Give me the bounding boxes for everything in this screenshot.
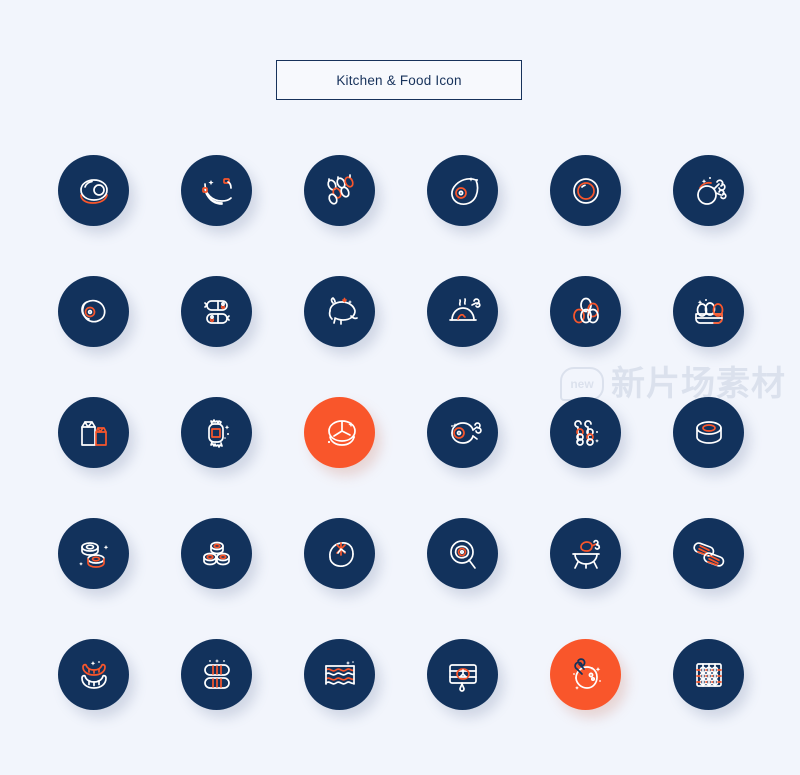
cutting-board-icon[interactable] [427, 639, 498, 710]
icon-cell [304, 639, 427, 760]
milk-cartons-icon[interactable] [58, 397, 129, 468]
icon-cell [550, 155, 673, 276]
icon-cell [427, 639, 550, 760]
sausage-buns-icon[interactable] [181, 639, 252, 710]
meat-rolls-icon[interactable] [58, 518, 129, 589]
sausage-links-icon[interactable] [550, 397, 621, 468]
icon-cell [427, 155, 550, 276]
icon-cell [58, 518, 181, 639]
chicken-drumstick-icon[interactable] [673, 155, 744, 226]
grill-grate-icon[interactable] [673, 639, 744, 710]
icon-cell [427, 518, 550, 639]
fried-egg-icon[interactable] [58, 276, 129, 347]
icon-cell [181, 155, 304, 276]
bacon-strips-icon[interactable] [304, 639, 375, 710]
egg-pile-icon[interactable] [550, 276, 621, 347]
wrapped-salami-icon[interactable] [181, 397, 252, 468]
icon-cell [550, 518, 673, 639]
icon-cell [673, 155, 796, 276]
icon-cell [58, 155, 181, 276]
hot-dog-sausages-icon[interactable] [58, 639, 129, 710]
ham-leg-icon[interactable] [427, 397, 498, 468]
candy-beans-icon[interactable] [304, 155, 375, 226]
sushi-stack-icon[interactable] [181, 518, 252, 589]
steak-cut-icon[interactable] [304, 397, 375, 468]
icon-cell [304, 155, 427, 276]
frying-pan-egg-icon[interactable] [427, 518, 498, 589]
bananas-icon[interactable] [181, 155, 252, 226]
icon-cell [58, 639, 181, 760]
icon-cell [550, 639, 673, 760]
icon-cell [304, 276, 427, 397]
icon-cell [427, 276, 550, 397]
icon-cell [181, 518, 304, 639]
grilled-sausages-icon[interactable] [673, 518, 744, 589]
icon-cell [181, 639, 304, 760]
icon-cell [673, 397, 796, 518]
icon-cell [427, 397, 550, 518]
egg-carton-icon[interactable] [673, 276, 744, 347]
icon-cell [58, 276, 181, 397]
canned-meat-icon[interactable] [673, 397, 744, 468]
icon-cell [550, 397, 673, 518]
title-box: Kitchen & Food Icon [276, 60, 522, 100]
roast-turkey-icon[interactable] [304, 276, 375, 347]
icon-cell [304, 518, 427, 639]
serving-cloche-icon[interactable] [427, 276, 498, 347]
steak-slice-icon[interactable] [58, 155, 129, 226]
grilled-steak-icon[interactable] [304, 518, 375, 589]
sausage-pair-icon[interactable] [181, 276, 252, 347]
icon-cell [673, 276, 796, 397]
page-title: Kitchen & Food Icon [336, 72, 462, 88]
icon-cell [304, 397, 427, 518]
icon-cell [181, 397, 304, 518]
icon-cell [673, 518, 796, 639]
icon-cell [58, 397, 181, 518]
icon-cell [181, 276, 304, 397]
drumstick-accent-icon[interactable] [550, 639, 621, 710]
bbq-grill-icon[interactable] [550, 518, 621, 589]
ham-steak-icon[interactable] [427, 155, 498, 226]
icon-cell [673, 639, 796, 760]
icon-grid [58, 155, 758, 760]
icon-cell [550, 276, 673, 397]
plate-bowl-icon[interactable] [550, 155, 621, 226]
